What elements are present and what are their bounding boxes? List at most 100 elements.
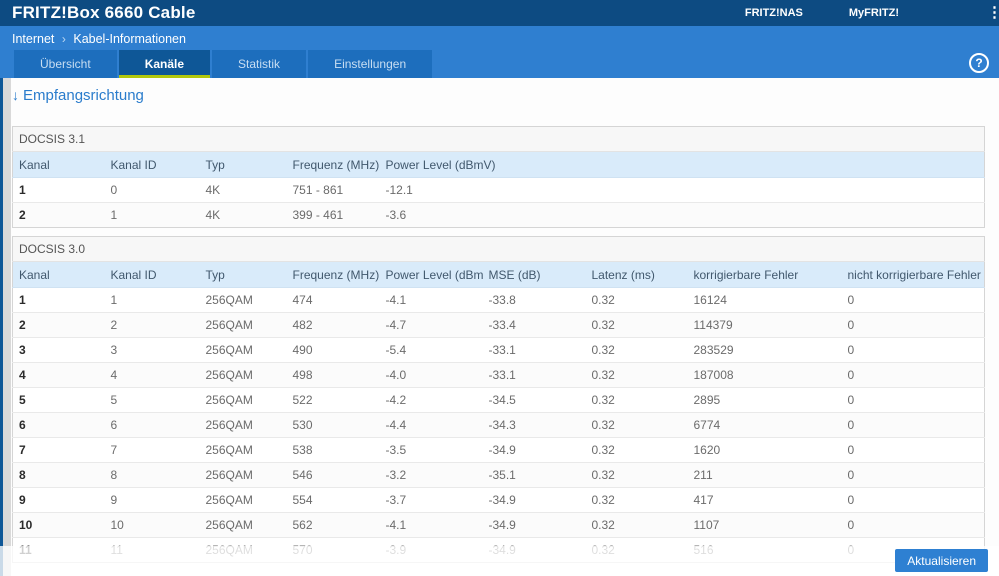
table-cell: -33.1 — [482, 337, 586, 363]
table-cell: -3.2 — [379, 462, 483, 488]
table-cell: 1 — [110, 293, 118, 307]
table-cell: 0 — [841, 387, 985, 413]
column-header: Typ — [199, 151, 287, 178]
table-cell: 0.32 — [585, 437, 688, 463]
table-cell: 490 — [286, 337, 380, 363]
table-cell: 256QAM — [199, 362, 287, 388]
table-cell: 474 — [292, 293, 313, 307]
table-cell: -34.9 — [482, 437, 586, 463]
table-cell: 5 — [12, 387, 105, 413]
myfritz-link[interactable]: MyFRITZ! — [849, 7, 899, 19]
tab-uebersicht[interactable]: Übersicht — [14, 50, 117, 78]
breadcrumb-kabel-informationen: Kabel-Informationen — [73, 32, 186, 46]
table-cell: 8 — [104, 462, 200, 488]
table-cell: 1 — [19, 183, 26, 197]
table-cell: 0.32 — [585, 462, 688, 488]
table-cell: -33.4 — [482, 312, 586, 338]
column-header: korrigierbare Fehler — [687, 261, 842, 288]
table-cell: 187008 — [687, 362, 842, 388]
table-cell: 0 — [841, 412, 985, 438]
table-cell: 8 — [12, 462, 105, 488]
table-cell: -35.1 — [482, 462, 586, 488]
table-row: 10 10 256QAM 562 -4.1 -34.9 0.32 1107 0 — [12, 512, 985, 538]
tab-statistik[interactable]: Statistik — [212, 50, 307, 78]
docsis30-column-headers: Kanal Kanal ID Typ Frequenz (MHz) Power Leve… — [12, 261, 985, 288]
table-cell: 283529 — [687, 337, 842, 363]
table-row: 2 1 4K 399 - 461 -3.6 — [12, 202, 985, 228]
top-bar: FRITZ!Box 6660 Cable FRITZ!NAS MyFRITZ! … — [0, 0, 999, 26]
kebab-menu-icon[interactable]: ⋮ — [987, 3, 999, 23]
table-cell: 0 — [110, 183, 118, 197]
table-row: 8 8 256QAM 546 -3.2 -35.1 0.32 211 0 — [12, 462, 985, 488]
table-cell: 0.32 — [585, 337, 688, 363]
table-cell: -34.3 — [482, 412, 586, 438]
tab-einstellungen[interactable]: Einstellungen — [308, 50, 433, 78]
left-edge-gutter — [3, 78, 11, 576]
table-cell: -4.0 — [379, 362, 483, 388]
table-cell: -3.7 — [379, 487, 483, 513]
table-cell: 0.32 — [585, 387, 688, 413]
table-cell: 554 — [286, 487, 380, 513]
table-cell: -34.9 — [482, 487, 586, 513]
table-cell: 7 — [12, 437, 105, 463]
table-cell: -34.5 — [482, 387, 586, 413]
table-row: 4 4 256QAM 498 -4.0 -33.1 0.32 187008 0 — [12, 362, 985, 388]
column-header: Power Level (dBmV) — [379, 151, 985, 178]
table-cell: 2 — [12, 312, 105, 338]
table-cell: 498 — [286, 362, 380, 388]
column-header: Frequenz (MHz) — [286, 261, 380, 288]
table-cell: 10 — [12, 512, 105, 538]
table-cell: 482 — [286, 312, 380, 338]
table-row: 3 3 256QAM 490 -5.4 -33.1 0.32 283529 0 — [12, 337, 985, 363]
docsis30-section-row: DOCSIS 3.0 — [12, 236, 985, 262]
table-cell: 4K — [205, 183, 221, 197]
table-cell: 256QAM — [199, 512, 287, 538]
table-cell: -3.6 — [379, 202, 985, 228]
chevron-right-icon: › — [61, 32, 66, 46]
refresh-button[interactable]: Aktualisieren — [895, 549, 988, 572]
table-cell: 2 — [12, 202, 105, 228]
table-row: 5 5 256QAM 522 -4.2 -34.5 0.32 2895 0 — [12, 387, 985, 413]
table-cell: 4K — [199, 202, 287, 228]
breadcrumb-internet[interactable]: Internet — [12, 32, 54, 46]
docsis31-table: DOCSIS 3.1 Kanal Kanal ID Typ Frequenz (MHz… — [12, 126, 985, 228]
table-cell: -5.4 — [379, 337, 483, 363]
table-row: 7 7 256QAM 538 -3.5 -34.9 0.32 1620 0 — [12, 437, 985, 463]
table-cell: 546 — [286, 462, 380, 488]
table-cell: -12.1 — [385, 183, 413, 197]
table-cell: 7 — [104, 437, 200, 463]
table-cell: 4 — [12, 362, 105, 388]
bottom-action-bar: Aktualisieren — [0, 546, 999, 576]
table-row: 9 9 256QAM 554 -3.7 -34.9 0.32 417 0 — [12, 487, 985, 513]
docsis30-table: DOCSIS 3.0 Kanal Kanal ID Typ Frequenz (MHz… — [12, 236, 985, 563]
column-header: Kanal ID — [104, 151, 200, 178]
table-cell: 5 — [104, 387, 200, 413]
breadcrumb: Internet › Kabel-Informationen — [0, 26, 999, 50]
table-cell: 256QAM — [205, 293, 253, 307]
tab-kanaele[interactable]: Kanäle — [118, 50, 211, 78]
fritznas-link[interactable]: FRITZ!NAS — [745, 7, 803, 19]
column-header: Frequenz (MHz) — [286, 151, 380, 178]
table-cell: 256QAM — [199, 437, 287, 463]
main-content: ↓ Empfangsrichtung DOCSIS 3.1 Kanal Kanal … — [0, 78, 999, 563]
table-row: 2 2 256QAM 482 -4.7 -33.4 0.32 114379 0 — [12, 312, 985, 338]
table-row: 1 0 4K 751 - 861 -12.1 — [13, 178, 985, 203]
table-cell: 6774 — [687, 412, 842, 438]
table-cell: 0.32 — [585, 362, 688, 388]
help-icon[interactable]: ? — [969, 53, 989, 73]
table-cell: 0.32 — [585, 412, 688, 438]
table-cell: 0 — [841, 362, 985, 388]
table-row: 6 6 256QAM 530 -4.4 -34.3 0.32 6774 0 — [12, 412, 985, 438]
table-cell: -34.9 — [482, 512, 586, 538]
table-cell: 9 — [104, 487, 200, 513]
table-cell: 417 — [687, 487, 842, 513]
table-cell: 0 — [841, 487, 985, 513]
docsis30-title: DOCSIS 3.0 — [12, 236, 985, 262]
table-cell: 256QAM — [199, 312, 287, 338]
table-cell: 16124 — [693, 293, 727, 307]
empfangsrichtung-heading[interactable]: ↓ Empfangsrichtung — [12, 85, 999, 106]
table-cell: 256QAM — [199, 462, 287, 488]
table-cell: 0.32 — [585, 487, 688, 513]
table-cell: -4.1 — [379, 512, 483, 538]
table-cell: -4.7 — [379, 312, 483, 338]
